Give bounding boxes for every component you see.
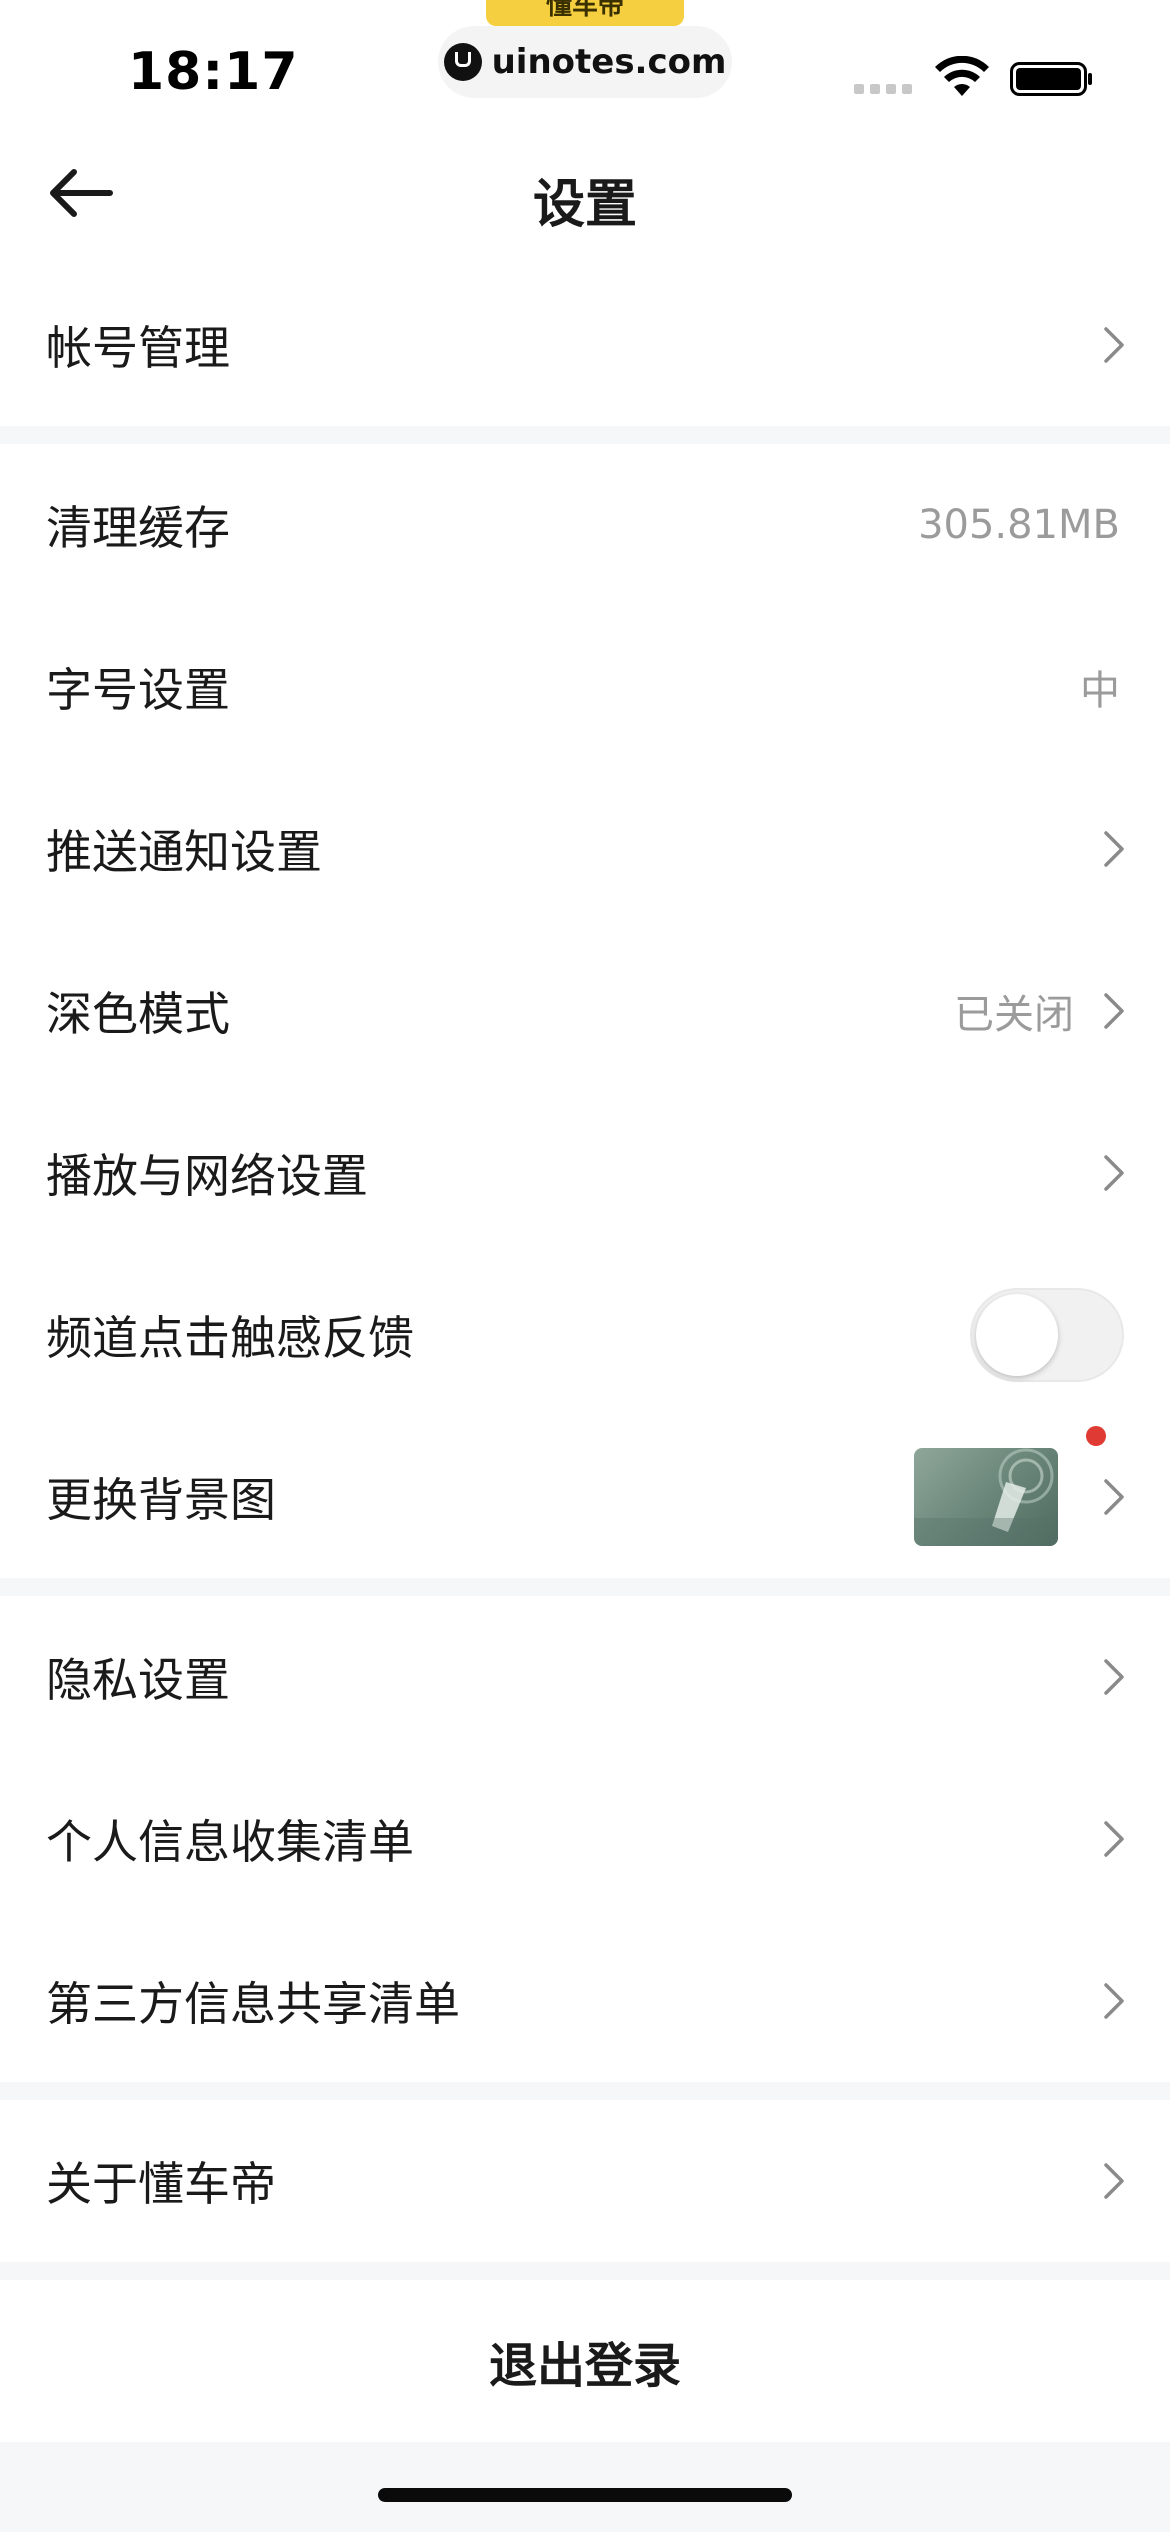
settings-item-background[interactable]: 更换背景图 xyxy=(0,1416,1170,1578)
chevron-right-icon xyxy=(1104,993,1124,1029)
settings-item-label: 频道点击触感反馈 xyxy=(46,1311,414,1365)
site-logo-icon xyxy=(443,43,482,81)
settings-item-privacy[interactable]: 隐私设置 xyxy=(0,1596,1170,1758)
status-bar: 18:17 懂车帝 uinotes.com xyxy=(0,0,1170,140)
chevron-right-icon xyxy=(1104,1821,1124,1857)
settings-item-label: 字号设置 xyxy=(46,663,230,717)
settings-item-account[interactable]: 帐号管理 xyxy=(0,264,1170,426)
settings-item-font-size[interactable]: 字号设置 中 xyxy=(0,606,1170,768)
settings-item-label: 隐私设置 xyxy=(46,1653,230,1707)
toggle-knob xyxy=(976,1294,1058,1376)
dark-mode-value: 已关闭 xyxy=(954,992,1074,1038)
new-badge-dot xyxy=(1086,1426,1106,1446)
chevron-right-icon xyxy=(1104,1155,1124,1191)
settings-item-label: 帐号管理 xyxy=(46,321,230,375)
chevron-right-icon xyxy=(1104,2163,1124,2199)
font-size-value: 中 xyxy=(1080,668,1120,714)
chevron-right-icon xyxy=(1104,327,1124,363)
settings-item-playback[interactable]: 播放与网络设置 xyxy=(0,1092,1170,1254)
app-tab[interactable]: 懂车帝 xyxy=(486,0,684,26)
url-pill[interactable]: uinotes.com xyxy=(438,26,732,98)
settings-item-dark-mode[interactable]: 深色模式 已关闭 xyxy=(0,930,1170,1092)
settings-item-cache[interactable]: 清理缓存 305.81MB xyxy=(0,444,1170,606)
section-divider xyxy=(0,1578,1170,1596)
chevron-right-icon xyxy=(1104,1659,1124,1695)
logout-button[interactable]: 退出登录 xyxy=(0,2280,1170,2442)
settings-item-label: 关于懂车帝 xyxy=(46,2157,276,2211)
settings-item-label: 更换背景图 xyxy=(46,1473,276,1527)
wifi-icon xyxy=(935,56,989,96)
bottom-safe-area xyxy=(0,2442,1170,2532)
chevron-right-icon xyxy=(1104,1983,1124,2019)
battery-icon xyxy=(1010,62,1092,96)
settings-item-haptic: 频道点击触感反馈 xyxy=(0,1254,1170,1416)
url-text: uinotes.com xyxy=(491,42,727,82)
section-divider xyxy=(0,2262,1170,2280)
chevron-right-icon xyxy=(1104,831,1124,867)
settings-item-label: 第三方信息共享清单 xyxy=(46,1977,460,2031)
section-divider xyxy=(0,426,1170,444)
haptic-toggle[interactable] xyxy=(970,1288,1124,1382)
logout-label: 退出登录 xyxy=(488,2338,681,2394)
settings-item-label: 播放与网络设置 xyxy=(46,1149,368,1203)
settings-item-personal-info[interactable]: 个人信息收集清单 xyxy=(0,1758,1170,1920)
status-time: 18:17 xyxy=(128,42,299,102)
section-divider xyxy=(0,2082,1170,2100)
settings-item-label: 推送通知设置 xyxy=(46,825,322,879)
settings-page: 18:17 懂车帝 uinotes.com 设置 帐号管理 清理缓存 305.8… xyxy=(0,0,1170,2532)
settings-item-label: 深色模式 xyxy=(46,987,230,1041)
signal-icon xyxy=(854,84,912,94)
settings-item-label: 个人信息收集清单 xyxy=(46,1815,414,1869)
settings-item-label: 清理缓存 xyxy=(46,501,230,555)
settings-item-about[interactable]: 关于懂车帝 xyxy=(0,2100,1170,2262)
page-title: 设置 xyxy=(532,175,637,235)
settings-item-push[interactable]: 推送通知设置 xyxy=(0,768,1170,930)
background-thumbnail xyxy=(914,1448,1058,1546)
home-indicator[interactable] xyxy=(378,2488,792,2502)
chevron-right-icon xyxy=(1104,1479,1124,1515)
nav-bar: 设置 xyxy=(0,140,1170,246)
app-tab-label: 懂车帝 xyxy=(545,0,624,21)
settings-item-third-party[interactable]: 第三方信息共享清单 xyxy=(0,1920,1170,2082)
cache-size-value: 305.81MB xyxy=(918,502,1120,548)
